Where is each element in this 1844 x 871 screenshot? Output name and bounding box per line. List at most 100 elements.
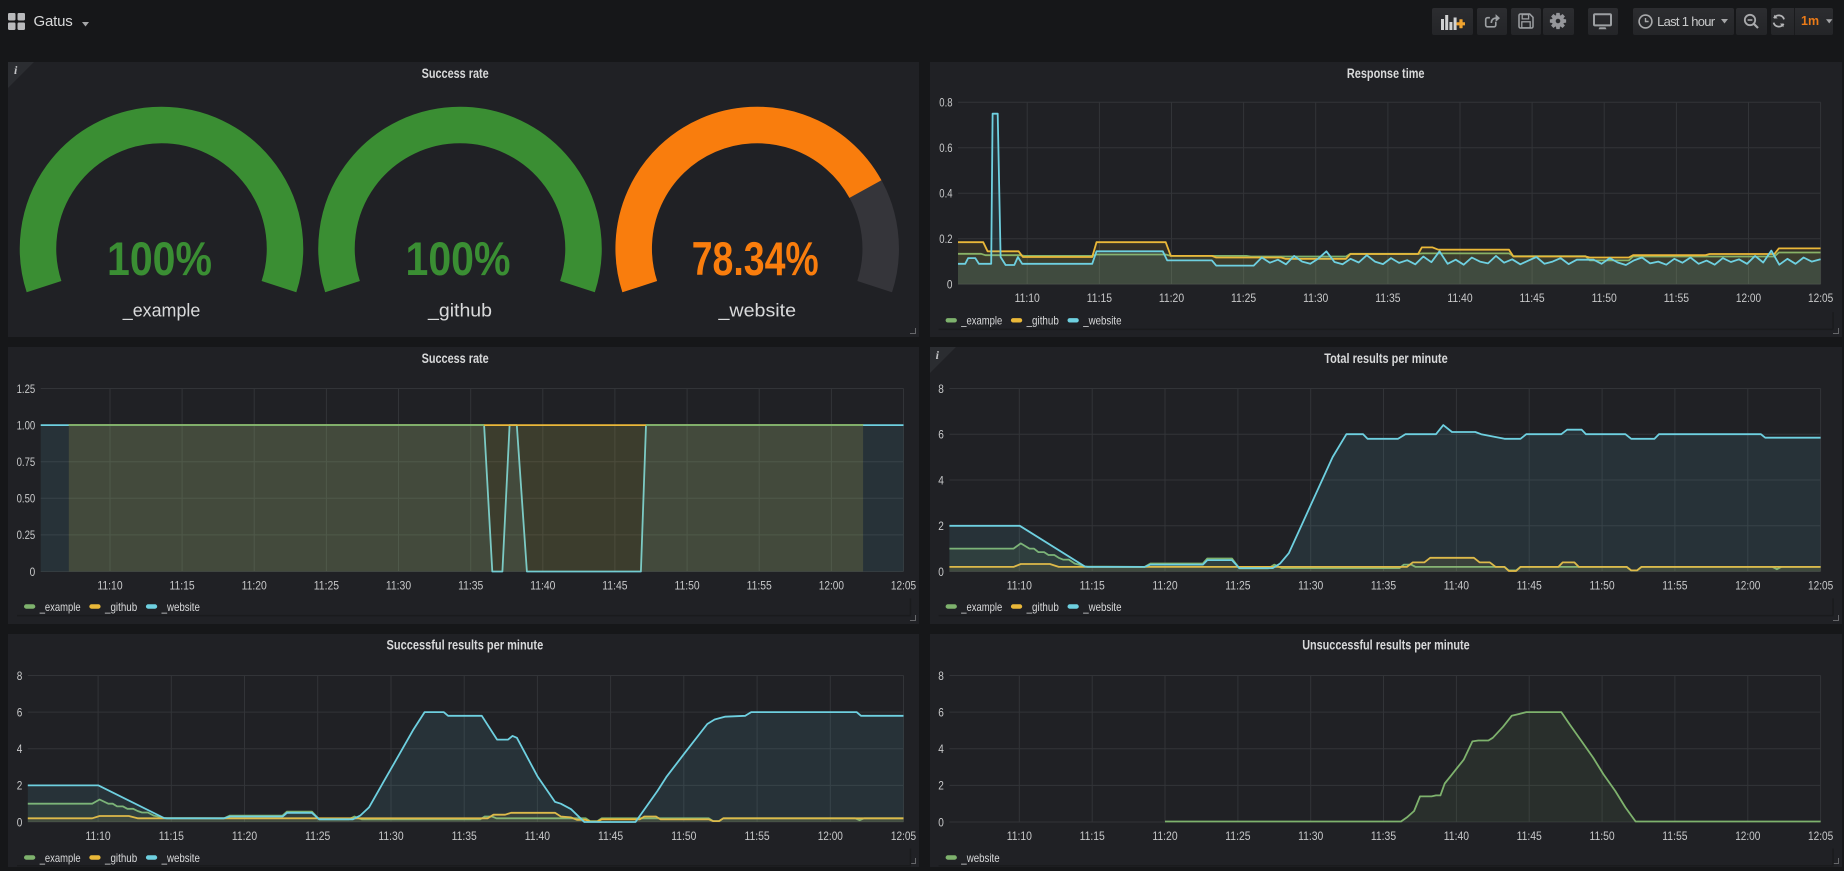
svg-text:11:15: 11:15 bbox=[170, 578, 195, 592]
svg-text:12:00: 12:00 bbox=[1735, 578, 1760, 592]
svg-text:11:30: 11:30 bbox=[1298, 578, 1323, 592]
svg-text:11:10: 11:10 bbox=[1015, 291, 1040, 305]
svg-text:11:10: 11:10 bbox=[1007, 829, 1032, 843]
svg-text:Success rate: Success rate bbox=[422, 66, 489, 81]
svg-text:2: 2 bbox=[938, 519, 944, 533]
svg-text:12:05: 12:05 bbox=[1808, 829, 1833, 843]
svg-text:11:25: 11:25 bbox=[1231, 291, 1256, 305]
svg-text:11:35: 11:35 bbox=[1371, 829, 1396, 843]
svg-text:11:15: 11:15 bbox=[159, 829, 184, 843]
svg-text:12:00: 12:00 bbox=[1736, 291, 1761, 305]
svg-text:11:35: 11:35 bbox=[1375, 291, 1400, 305]
svg-text:2: 2 bbox=[938, 779, 944, 793]
svg-text:11:25: 11:25 bbox=[1225, 829, 1250, 843]
svg-text:11:55: 11:55 bbox=[745, 829, 770, 843]
svg-text:_github: _github bbox=[427, 301, 492, 322]
svg-text:_website: _website bbox=[1082, 600, 1121, 614]
svg-text:11:45: 11:45 bbox=[1517, 578, 1542, 592]
svg-text:11:55: 11:55 bbox=[1662, 578, 1687, 592]
svg-text:11:45: 11:45 bbox=[598, 829, 623, 843]
svg-text:_example: _example bbox=[961, 314, 1003, 328]
svg-text:100%: 100% bbox=[107, 233, 212, 286]
svg-text:_website: _website bbox=[960, 851, 999, 865]
svg-text:12:00: 12:00 bbox=[1735, 829, 1760, 843]
svg-text:11:45: 11:45 bbox=[1517, 829, 1542, 843]
svg-text:Successful results per minute: Successful results per minute bbox=[387, 638, 544, 653]
svg-text:11:10: 11:10 bbox=[1007, 578, 1032, 592]
svg-text:11:10: 11:10 bbox=[86, 829, 111, 843]
svg-text:11:40: 11:40 bbox=[525, 829, 550, 843]
svg-text:11:20: 11:20 bbox=[232, 829, 257, 843]
svg-text:11:55: 11:55 bbox=[747, 578, 772, 592]
svg-text:_example: _example bbox=[39, 851, 81, 865]
svg-text:11:50: 11:50 bbox=[671, 829, 696, 843]
svg-text:11:40: 11:40 bbox=[1444, 829, 1469, 843]
svg-text:78.34%: 78.34% bbox=[692, 233, 819, 286]
svg-text:Success rate: Success rate bbox=[422, 351, 489, 366]
svg-text:12:05: 12:05 bbox=[891, 829, 916, 843]
svg-text:0: 0 bbox=[30, 565, 36, 579]
svg-text:0.4: 0.4 bbox=[939, 187, 952, 201]
svg-text:11:50: 11:50 bbox=[1590, 578, 1615, 592]
svg-text:0: 0 bbox=[938, 815, 944, 829]
svg-text:11:35: 11:35 bbox=[452, 829, 477, 843]
svg-text:_github: _github bbox=[104, 851, 137, 865]
svg-text:_website: _website bbox=[717, 301, 796, 322]
svg-text:_website: _website bbox=[161, 851, 200, 865]
svg-text:0.25: 0.25 bbox=[17, 528, 36, 542]
svg-text:_example: _example bbox=[961, 600, 1003, 614]
svg-text:Unsuccessful results per minut: Unsuccessful results per minute bbox=[1302, 638, 1470, 653]
svg-text:11:20: 11:20 bbox=[1152, 829, 1177, 843]
svg-text:11:15: 11:15 bbox=[1087, 291, 1112, 305]
svg-text:11:25: 11:25 bbox=[305, 829, 330, 843]
svg-text:11:15: 11:15 bbox=[1080, 829, 1105, 843]
svg-text:11:45: 11:45 bbox=[1520, 291, 1545, 305]
svg-text:12:05: 12:05 bbox=[1808, 578, 1833, 592]
svg-text:11:55: 11:55 bbox=[1662, 829, 1687, 843]
svg-text:_github: _github bbox=[1026, 314, 1059, 328]
svg-text:4: 4 bbox=[938, 473, 944, 487]
svg-text:11:20: 11:20 bbox=[242, 578, 267, 592]
svg-text:11:25: 11:25 bbox=[1225, 578, 1250, 592]
svg-text:_github: _github bbox=[1026, 600, 1059, 614]
svg-text:Response time: Response time bbox=[1347, 66, 1425, 81]
svg-text:12:05: 12:05 bbox=[891, 578, 916, 592]
svg-text:11:30: 11:30 bbox=[1298, 829, 1323, 843]
svg-text:_website: _website bbox=[1082, 314, 1121, 328]
svg-text:_example: _example bbox=[122, 301, 200, 322]
svg-text:Total results per minute: Total results per minute bbox=[1324, 351, 1448, 366]
svg-text:6: 6 bbox=[938, 428, 944, 442]
svg-text:1.00: 1.00 bbox=[17, 418, 36, 432]
svg-text:11:20: 11:20 bbox=[1159, 291, 1184, 305]
svg-text:12:00: 12:00 bbox=[819, 578, 844, 592]
svg-text:12:05: 12:05 bbox=[1808, 291, 1833, 305]
svg-text:11:50: 11:50 bbox=[675, 578, 700, 592]
svg-text:_github: _github bbox=[104, 600, 137, 614]
svg-text:0: 0 bbox=[938, 565, 944, 579]
svg-text:1.25: 1.25 bbox=[17, 382, 36, 396]
svg-text:11:20: 11:20 bbox=[1152, 578, 1177, 592]
svg-text:6: 6 bbox=[938, 705, 944, 719]
svg-text:4: 4 bbox=[17, 742, 23, 756]
svg-text:8: 8 bbox=[938, 669, 944, 683]
svg-text:0: 0 bbox=[17, 815, 23, 829]
svg-text:11:10: 11:10 bbox=[97, 578, 122, 592]
svg-text:0.2: 0.2 bbox=[939, 232, 952, 246]
svg-text:2: 2 bbox=[17, 779, 23, 793]
svg-text:0.50: 0.50 bbox=[17, 492, 36, 506]
svg-text:11:35: 11:35 bbox=[1371, 578, 1396, 592]
svg-text:11:30: 11:30 bbox=[1303, 291, 1328, 305]
svg-text:0: 0 bbox=[947, 278, 953, 292]
svg-text:6: 6 bbox=[17, 705, 23, 719]
svg-text:11:15: 11:15 bbox=[1080, 578, 1105, 592]
svg-text:11:35: 11:35 bbox=[458, 578, 483, 592]
svg-text:0.75: 0.75 bbox=[17, 455, 36, 469]
svg-text:_example: _example bbox=[39, 600, 81, 614]
svg-text:100%: 100% bbox=[406, 233, 511, 286]
svg-text:11:45: 11:45 bbox=[602, 578, 627, 592]
svg-text:_website: _website bbox=[161, 600, 200, 614]
svg-text:0.8: 0.8 bbox=[939, 96, 952, 110]
svg-text:8: 8 bbox=[938, 382, 944, 396]
svg-text:0.6: 0.6 bbox=[939, 141, 952, 155]
svg-text:4: 4 bbox=[938, 742, 944, 756]
